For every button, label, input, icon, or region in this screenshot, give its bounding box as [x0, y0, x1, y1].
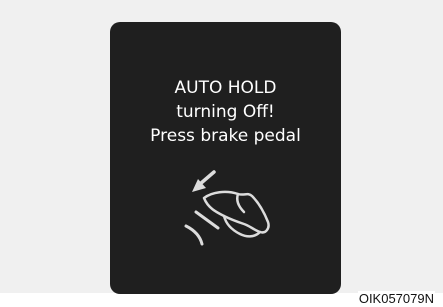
message-line-2: turning Off! [176, 102, 275, 122]
shoe-icon [202, 190, 270, 238]
press-brake-pedal-icon [184, 170, 270, 246]
message-line-3: Press brake pedal [150, 126, 301, 146]
press-arrow-icon [192, 170, 216, 192]
pedal-icon [184, 210, 220, 246]
message-line-1: AUTO HOLD [174, 78, 277, 98]
cluster-display: AUTO HOLD turning Off! Press brake pedal [110, 22, 341, 294]
figure-code: OIK057079N [357, 291, 435, 306]
warning-message: AUTO HOLD turning Off! Press brake pedal [110, 76, 341, 148]
